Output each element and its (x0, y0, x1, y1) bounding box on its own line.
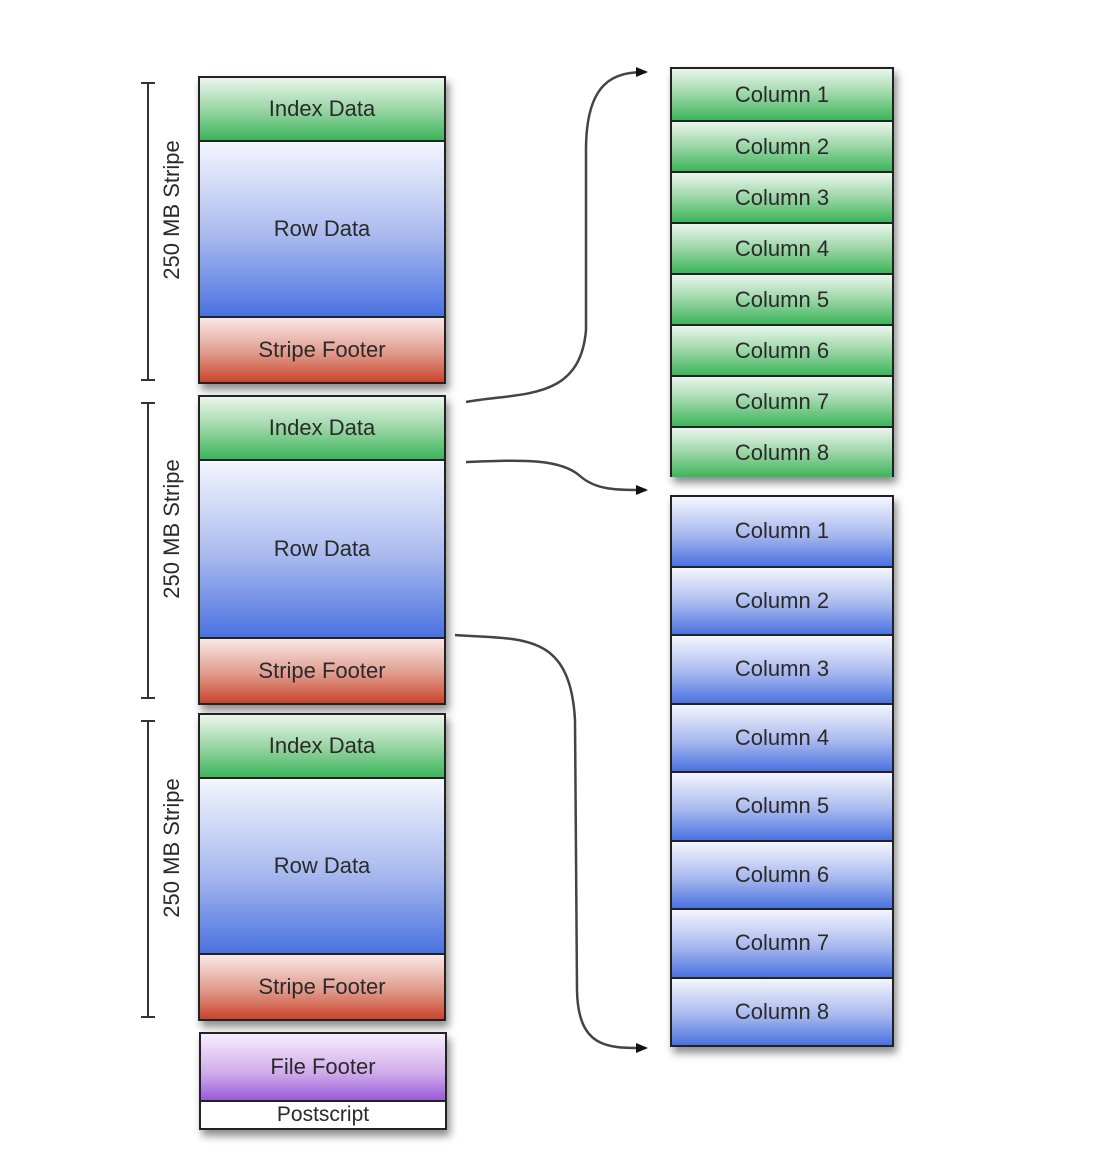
arrow-row-to-row-columns (465, 459, 648, 495)
arrow-index-to-index-columns (465, 67, 648, 404)
arrow-footer-to-column-end (454, 633, 648, 1054)
arrows-layer (454, 67, 648, 1054)
